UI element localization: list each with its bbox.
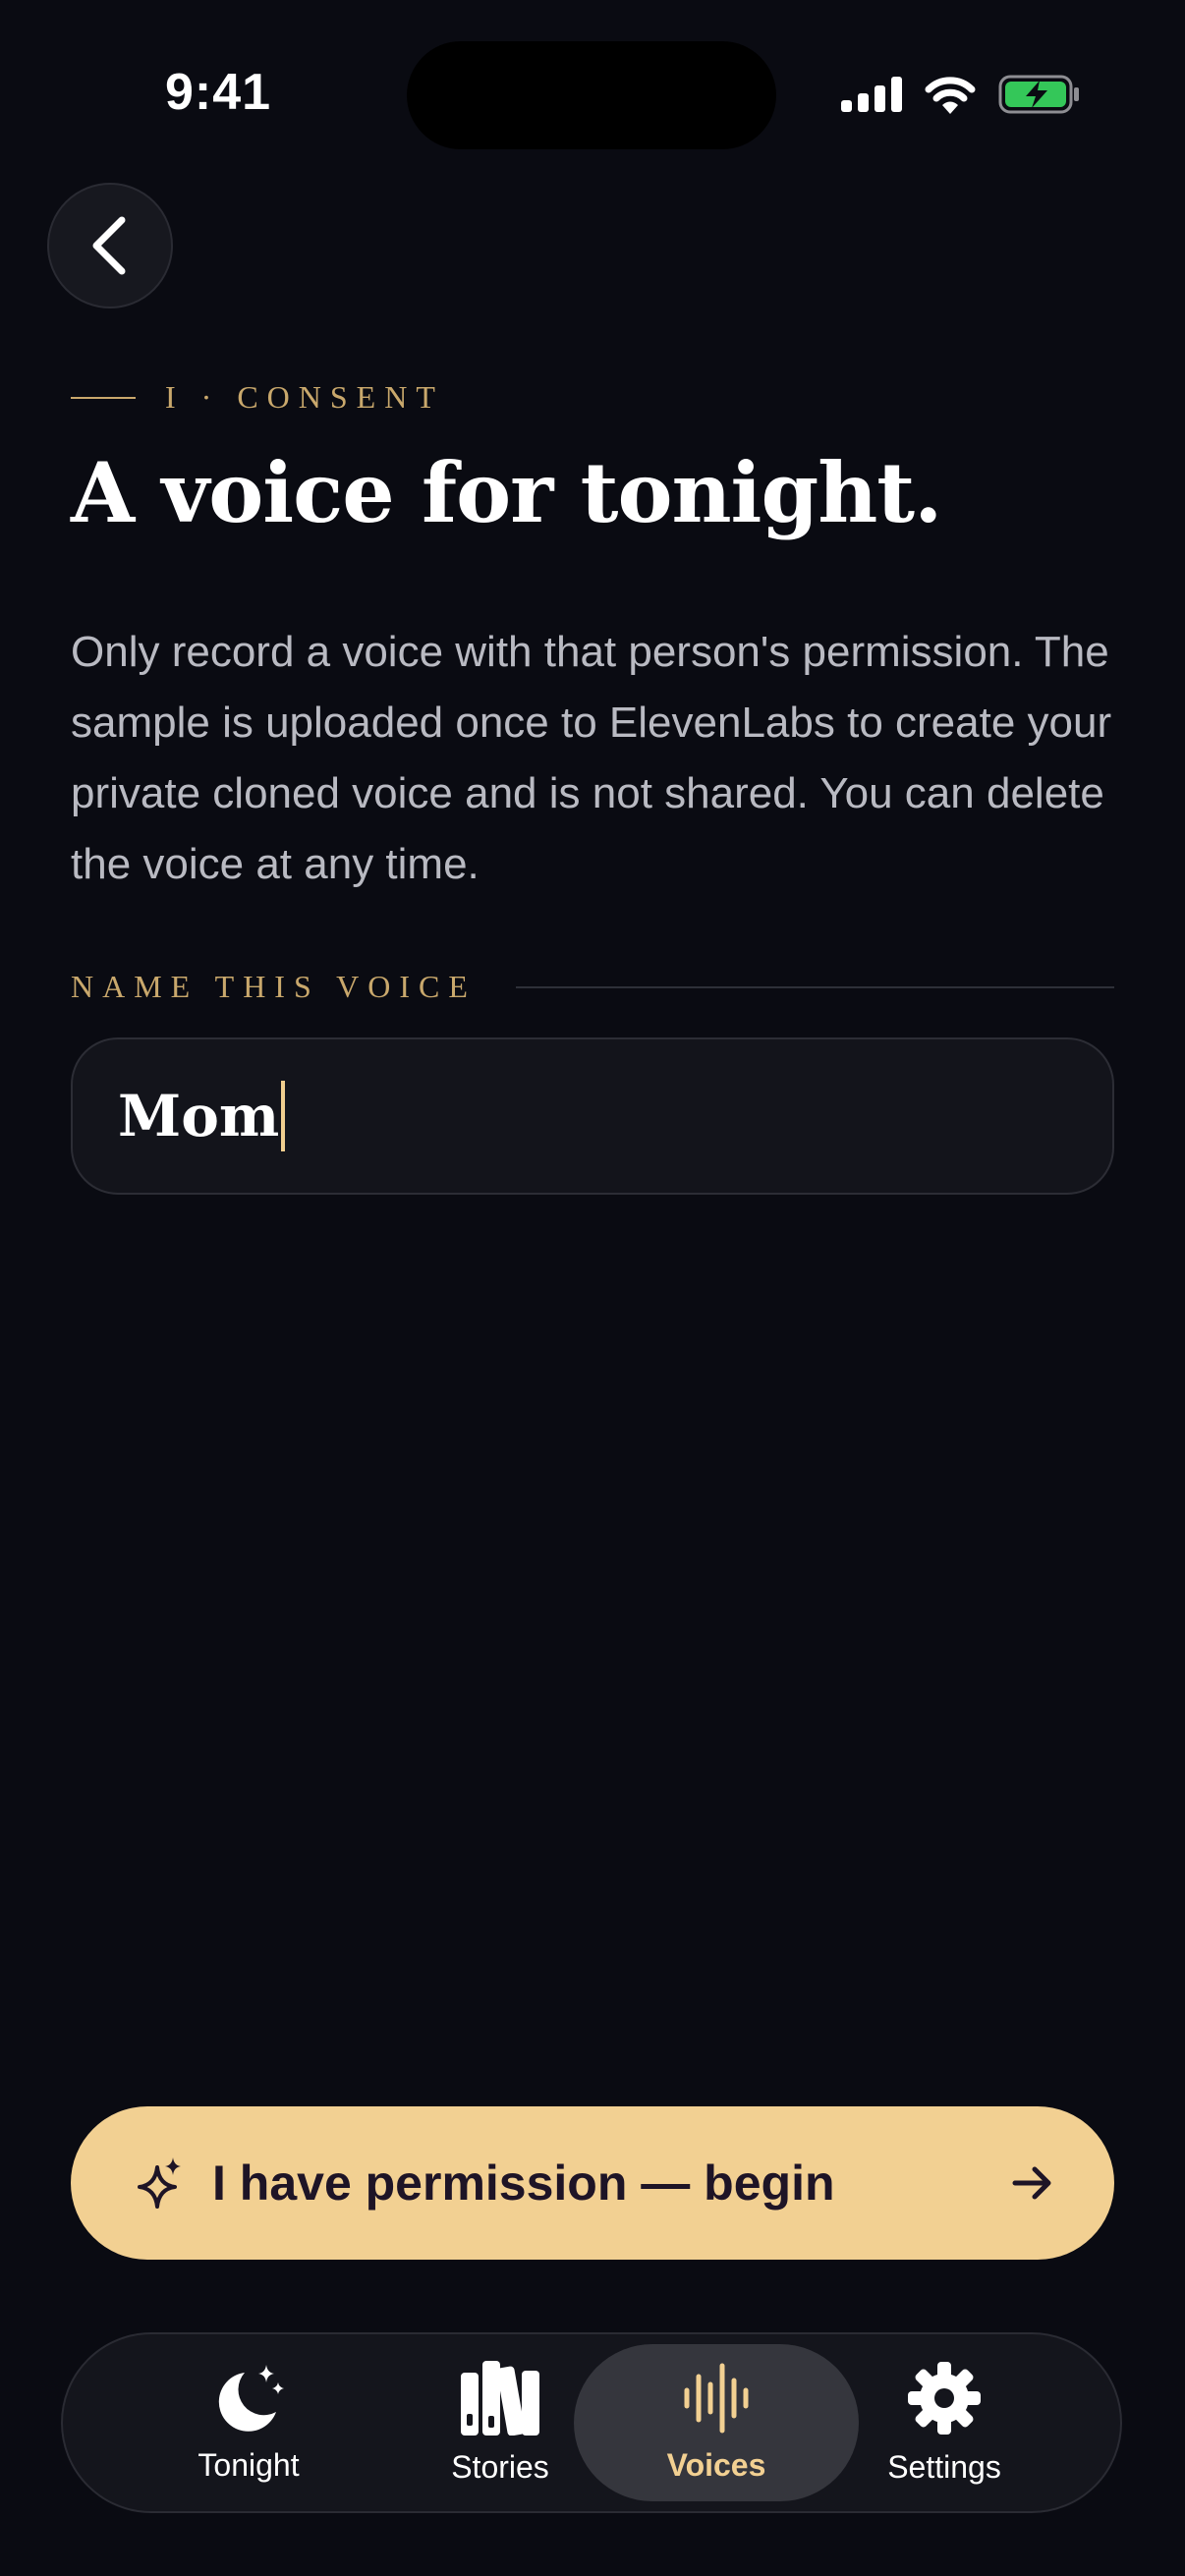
name-field-label: NAME THIS VOICE [71, 969, 477, 1004]
moon-stars-icon [218, 2364, 284, 2432]
status-icons [841, 75, 1081, 114]
tab-tonight-label: Tonight [198, 2446, 300, 2483]
tab-settings[interactable]: Settings [802, 2344, 1087, 2501]
step-indicator: I · CONSENT [71, 379, 444, 416]
wifi-icon [925, 77, 976, 114]
tab-stories-label: Stories [451, 2448, 549, 2485]
step-divider [71, 396, 136, 399]
books-icon [461, 2360, 539, 2436]
back-button[interactable] [47, 183, 173, 308]
tab-voices-label: Voices [666, 2446, 766, 2483]
text-caret [281, 1081, 286, 1151]
voice-name-input[interactable]: Mom [71, 1037, 1114, 1195]
voice-consent-screen: 9:41 I · CONSENT A voice for tonight. On… [0, 0, 1185, 2576]
waveform-icon [684, 2363, 749, 2433]
begin-recording-button[interactable]: I have permission — begin [71, 2106, 1114, 2260]
sparkles-icon [138, 2157, 181, 2209]
tab-bar: Tonight Stories Voices Settings [61, 2332, 1122, 2513]
chevron-left-icon [92, 216, 126, 275]
cellular-signal-icon [841, 77, 902, 112]
consent-description: Only record a voice with that person's p… [71, 628, 1112, 888]
arrow-right-icon [1012, 2166, 1051, 2200]
name-field-header: NAME THIS VOICE [71, 969, 1114, 1005]
status-time: 9:41 [165, 64, 272, 121]
tab-tonight[interactable]: Tonight [106, 2344, 391, 2501]
page-title: A voice for tonight. [71, 444, 942, 541]
begin-button-label: I have permission — begin [212, 2156, 835, 2211]
dynamic-island [407, 41, 776, 149]
step-label: I · CONSENT [165, 379, 444, 415]
voice-name-value[interactable]: Mom [118, 1083, 279, 1149]
tab-settings-label: Settings [887, 2448, 1001, 2485]
battery-charging-icon [998, 75, 1079, 114]
gear-icon [908, 2361, 981, 2435]
field-divider [515, 985, 1114, 988]
